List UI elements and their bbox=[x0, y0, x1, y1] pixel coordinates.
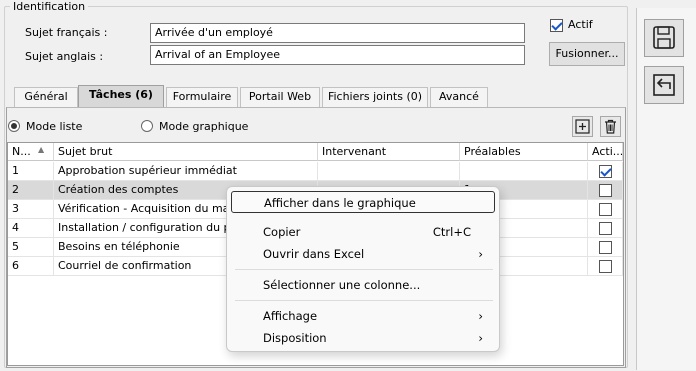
menu-item-label: Disposition bbox=[263, 331, 327, 345]
graphic-mode-label: Mode graphique bbox=[159, 120, 249, 133]
menu-item-show-in-graph[interactable]: Afficher dans le graphique bbox=[231, 191, 495, 213]
cell-active bbox=[588, 181, 623, 200]
cell-number: 4 bbox=[8, 219, 54, 238]
column-header-label: N... bbox=[12, 145, 31, 158]
tab-advanced[interactable]: Avancé bbox=[430, 87, 488, 107]
subject-en-label: Sujet anglais : bbox=[25, 50, 104, 63]
context-menu: Afficher dans le graphique Copier Ctrl+C… bbox=[226, 186, 500, 352]
menu-item-label: Copier bbox=[263, 225, 301, 239]
list-mode-radio[interactable] bbox=[8, 120, 20, 132]
subject-fr-label: Sujet français : bbox=[25, 26, 108, 39]
subject-en-input[interactable]: Arrival of an Employee bbox=[150, 45, 525, 65]
undo-button[interactable] bbox=[644, 66, 684, 104]
tab-general[interactable]: Général bbox=[14, 87, 78, 107]
row-active-checkbox[interactable] bbox=[599, 222, 612, 235]
cell-number: 2 bbox=[8, 181, 54, 200]
menu-item-display[interactable]: Affichage › bbox=[231, 305, 495, 327]
add-icon bbox=[575, 119, 590, 134]
trash-icon bbox=[605, 119, 616, 134]
cell-active bbox=[588, 257, 623, 276]
menu-item-label: Affichage bbox=[263, 309, 318, 323]
delete-task-button[interactable] bbox=[600, 116, 621, 137]
column-header-agent[interactable]: Intervenant bbox=[318, 143, 460, 161]
active-label: Actif bbox=[568, 18, 593, 31]
menu-item-copy[interactable]: Copier Ctrl+C bbox=[231, 221, 495, 243]
row-active-checkbox[interactable] bbox=[599, 203, 612, 216]
cell-number: 3 bbox=[8, 200, 54, 219]
chevron-right-icon: › bbox=[478, 331, 483, 345]
chevron-right-icon: › bbox=[478, 247, 483, 261]
active-checkbox[interactable] bbox=[550, 19, 563, 32]
menu-item-label: Sélectionner une colonne... bbox=[263, 278, 421, 292]
column-header-subject[interactable]: Sujet brut bbox=[54, 143, 318, 161]
cell-agent bbox=[318, 162, 460, 181]
row-active-checkbox[interactable] bbox=[599, 260, 612, 273]
column-header-number[interactable]: N... ▲ bbox=[8, 143, 54, 161]
menu-item-select-column[interactable]: Sélectionner une colonne... bbox=[231, 274, 495, 296]
cell-active bbox=[588, 238, 623, 257]
group-title: Identification bbox=[10, 0, 89, 13]
graphic-mode-radio[interactable] bbox=[141, 120, 153, 132]
add-task-button[interactable] bbox=[572, 116, 593, 137]
cell-prereq bbox=[460, 162, 588, 181]
menu-item-open-excel[interactable]: Ouvrir dans Excel › bbox=[231, 243, 495, 265]
merge-button[interactable]: Fusionner... bbox=[549, 42, 625, 66]
cell-number: 1 bbox=[8, 162, 54, 181]
row-active-checkbox[interactable] bbox=[599, 241, 612, 254]
tab-tasks[interactable]: Tâches (6) bbox=[78, 85, 164, 108]
subject-fr-input[interactable]: Arrivée d'un employé bbox=[150, 23, 525, 43]
side-panel bbox=[636, 8, 696, 370]
tab-form[interactable]: Formulaire bbox=[166, 87, 238, 107]
sort-arrow-icon: ▲ bbox=[38, 145, 45, 154]
chevron-right-icon: › bbox=[478, 309, 483, 323]
cell-active bbox=[588, 162, 623, 181]
row-active-checkbox[interactable] bbox=[599, 165, 612, 178]
cell-active bbox=[588, 200, 623, 219]
column-header-prereq[interactable]: Préalables bbox=[460, 143, 588, 161]
row-active-checkbox[interactable] bbox=[599, 184, 612, 197]
cell-number: 6 bbox=[8, 257, 54, 276]
table-row[interactable]: 1 Approbation supérieur immédiat bbox=[8, 162, 623, 181]
save-button[interactable] bbox=[644, 19, 684, 57]
tab-web-portal[interactable]: Portail Web bbox=[240, 87, 320, 107]
cell-subject: Approbation supérieur immédiat bbox=[54, 162, 318, 181]
menu-item-label: Ouvrir dans Excel bbox=[263, 247, 365, 261]
menu-separator bbox=[235, 300, 493, 301]
menu-item-label: Afficher dans le graphique bbox=[264, 196, 416, 210]
save-icon bbox=[653, 26, 675, 49]
menu-separator bbox=[235, 269, 493, 270]
tab-attachments[interactable]: Fichiers joints (0) bbox=[322, 87, 428, 107]
list-mode-label: Mode liste bbox=[26, 120, 83, 133]
menu-item-layout[interactable]: Disposition › bbox=[231, 327, 495, 349]
copy-shortcut: Ctrl+C bbox=[432, 225, 471, 239]
cell-active bbox=[588, 219, 623, 238]
cell-number: 5 bbox=[8, 238, 54, 257]
undo-icon bbox=[653, 74, 675, 96]
column-header-active[interactable]: Acti... bbox=[588, 143, 623, 161]
